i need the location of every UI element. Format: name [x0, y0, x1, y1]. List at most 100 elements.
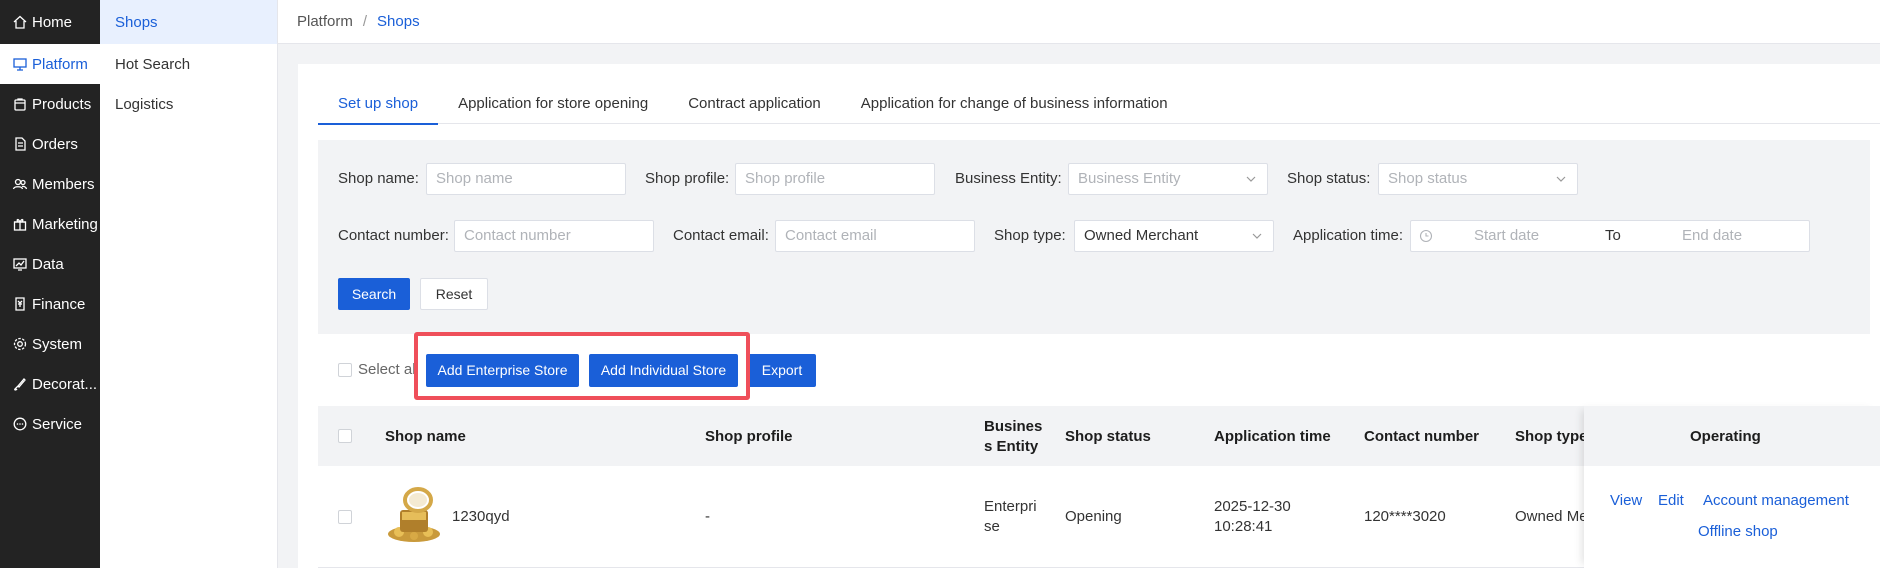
home-icon — [13, 15, 27, 29]
header-checkbox[interactable] — [338, 429, 352, 443]
tab-contract-application[interactable]: Contract application — [668, 84, 841, 124]
subnav-item-label: Logistics — [115, 95, 174, 113]
nav-item-label: Decorat... — [32, 375, 98, 393]
nav-item-data[interactable]: Data — [0, 244, 100, 284]
main-nav: Home Platform Products Orders Members Ma… — [0, 0, 100, 568]
cell-shop-status: Opening — [1065, 508, 1122, 525]
nav-item-products[interactable]: Products — [0, 84, 100, 124]
shop-profile-input[interactable]: Shop profile — [735, 163, 935, 195]
clock-icon — [1419, 229, 1433, 243]
col-shop-type: Shop type — [1515, 428, 1588, 445]
contact-number-input[interactable]: Contact number — [454, 220, 654, 252]
nav-item-label: Finance — [32, 295, 86, 313]
nav-item-label: Products — [32, 95, 92, 113]
nav-item-label: Orders — [32, 135, 78, 153]
shop-logo-image — [388, 487, 440, 542]
business-entity-select[interactable]: Business Entity — [1068, 163, 1268, 195]
chat-icon — [13, 417, 27, 431]
col-application-time: Application time — [1214, 428, 1331, 445]
nav-item-service[interactable]: Service — [0, 404, 100, 444]
nav-item-label: Service — [32, 415, 83, 433]
subnav-item-label: Hot Search — [115, 55, 191, 73]
highlight-annotation — [414, 332, 750, 400]
export-button[interactable]: Export — [748, 354, 816, 387]
finance-icon — [15, 297, 25, 311]
select-all-checkbox[interactable] — [338, 363, 352, 377]
cell-application-clock: 10:28:41 — [1214, 518, 1273, 535]
end-date-input[interactable]: End date — [1682, 221, 1742, 251]
nav-item-home[interactable]: Home — [0, 0, 100, 44]
shop-type-label: Shop type: — [994, 227, 1066, 244]
breadcrumb-current: Shops — [377, 13, 420, 30]
contact-email-label: Contact email: — [673, 227, 769, 244]
subnav-item-hot-search[interactable]: Hot Search — [100, 44, 277, 84]
nav-item-label: Marketing — [32, 215, 98, 233]
subnav-item-label: Shops — [115, 13, 158, 31]
cell-contact-number: 120****3020 — [1364, 508, 1446, 525]
nav-item-decoration[interactable]: Decorat... — [0, 364, 100, 404]
start-date-input[interactable]: Start date — [1474, 221, 1539, 251]
select-all-label[interactable]: Select all — [358, 361, 416, 378]
shop-status-placeholder: Shop status — [1388, 170, 1468, 187]
shop-profile-label: Shop profile: — [645, 170, 730, 187]
nav-item-platform[interactable]: Platform — [0, 44, 100, 84]
nav-item-label: Members — [32, 175, 95, 193]
cell-shop-name: 1230qyd — [452, 508, 510, 525]
col-operating: Operating — [1690, 428, 1761, 445]
offline-shop-link[interactable]: Offline shop — [1698, 523, 1778, 540]
shop-type-value: Owned Merchant — [1084, 227, 1199, 244]
search-button[interactable]: Search — [338, 278, 410, 310]
gift-icon — [13, 218, 27, 231]
cell-application-date: 2025-12-30 — [1214, 498, 1291, 515]
users-icon — [12, 178, 28, 190]
contact-email-input[interactable]: Contact email — [775, 220, 975, 252]
date-range-to: To — [1605, 227, 1621, 244]
cell-shop-type: Owned Mer — [1515, 508, 1593, 525]
shop-name-input[interactable]: Shop name — [426, 163, 626, 195]
reset-button[interactable]: Reset — [420, 278, 488, 310]
breadcrumb-separator: / — [362, 13, 368, 30]
operating-header: Operating — [1584, 406, 1880, 466]
operating-column: Operating View Edit Account management O… — [1584, 406, 1880, 568]
col-contact-number: Contact number — [1364, 428, 1480, 445]
tab-store-opening[interactable]: Application for store opening — [438, 84, 668, 124]
gear-icon — [13, 337, 27, 351]
row-checkbox[interactable] — [338, 510, 352, 524]
business-entity-placeholder: Business Entity — [1078, 170, 1181, 187]
shop-name-label: Shop name: — [338, 170, 419, 187]
shop-type-select[interactable]: Owned Merchant — [1074, 220, 1274, 252]
shop-status-label: Shop status: — [1287, 170, 1371, 187]
subnav-item-shops[interactable]: Shops — [100, 0, 277, 44]
chart-icon — [13, 258, 27, 271]
application-time-label: Application time: — [1293, 227, 1404, 244]
nav-item-system[interactable]: System — [0, 324, 100, 364]
account-management-link[interactable]: Account management — [1703, 492, 1849, 509]
cell-business-entity-line2: se — [984, 518, 1000, 535]
subnav-item-logistics[interactable]: Logistics — [100, 84, 277, 124]
chevron-down-icon — [1252, 233, 1262, 239]
view-link[interactable]: View — [1610, 492, 1642, 509]
nav-item-label: Data — [32, 255, 64, 273]
nav-item-members[interactable]: Members — [0, 164, 100, 204]
filter-panel: Shop name: Shop name Shop profile: Shop … — [318, 140, 1870, 334]
col-shop-profile: Shop profile — [705, 428, 793, 445]
nav-item-marketing[interactable]: Marketing — [0, 204, 100, 244]
sub-nav: Shops Hot Search Logistics — [100, 0, 278, 568]
nav-item-finance[interactable]: Finance — [0, 284, 100, 324]
tab-business-info-change[interactable]: Application for change of business infor… — [841, 84, 1188, 124]
breadcrumb: Platform / Shops — [278, 0, 1880, 44]
edit-link[interactable]: Edit — [1658, 492, 1684, 509]
brush-icon — [14, 378, 26, 391]
chevron-down-icon — [1246, 176, 1256, 182]
col-shop-name: Shop name — [385, 428, 466, 445]
business-entity-label: Business Entity: — [955, 170, 1062, 187]
shop-status-select[interactable]: Shop status — [1378, 163, 1578, 195]
nav-item-orders[interactable]: Orders — [0, 124, 100, 164]
cell-business-entity-line1: Enterpri — [984, 498, 1037, 515]
application-time-range[interactable]: Start date To End date — [1410, 220, 1810, 252]
tab-set-up-shop[interactable]: Set up shop — [318, 84, 439, 125]
breadcrumb-platform[interactable]: Platform — [297, 13, 353, 30]
col-shop-status: Shop status — [1065, 428, 1151, 445]
col-business-entity-line1: Busines — [984, 418, 1043, 435]
nav-item-label: Home — [32, 13, 73, 31]
